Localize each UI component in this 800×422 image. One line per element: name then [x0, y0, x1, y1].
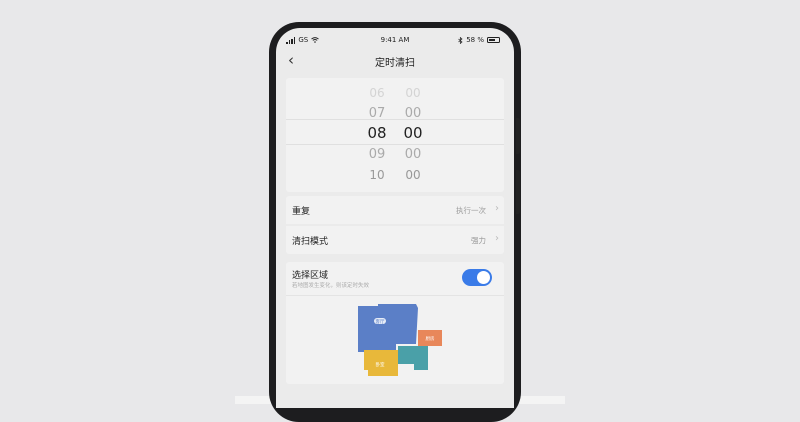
toggle-knob [477, 271, 490, 284]
minute-option[interactable]: 00 [398, 106, 428, 121]
clean-mode-row[interactable]: 清扫模式 强力 › [286, 226, 504, 254]
volume-button [516, 118, 520, 154]
minute-option[interactable]: 00 [398, 147, 428, 162]
page-title: 定时清扫 [375, 58, 415, 69]
chevron-right-icon: › [495, 233, 499, 244]
picker-selection-band [286, 119, 504, 145]
map-room-label: 客厅 [376, 318, 385, 325]
repeat-row[interactable]: 重复 执行一次 › [286, 196, 504, 224]
area-selection-card: 选择区域 若地图发生变化，则该定时失效 客厅 厨房 卧室 [286, 262, 504, 384]
phone-screen: GS 9:41 AM 58 % ‹ 定时清扫 06 07 08 09 10 00… [276, 28, 514, 408]
area-hint: 若地图发生变化，则该定时失效 [292, 283, 370, 289]
map-room-bedroom[interactable] [398, 346, 428, 370]
hour-option[interactable]: 06 [362, 86, 392, 100]
time-picker[interactable]: 06 07 08 09 10 00 00 00 00 00 [286, 78, 504, 192]
minute-option-selected[interactable]: 00 [398, 124, 428, 142]
battery-icon [487, 37, 500, 43]
repeat-label: 重复 [292, 207, 311, 217]
hour-option[interactable]: 09 [362, 147, 392, 162]
minute-option[interactable]: 00 [398, 86, 428, 100]
hour-option-selected[interactable]: 08 [362, 124, 392, 142]
power-button [516, 170, 520, 214]
map-room-living[interactable] [358, 304, 418, 352]
area-toggle[interactable] [462, 269, 492, 286]
repeat-value: 执行一次 [456, 206, 486, 215]
area-label: 选择区域 [292, 271, 329, 281]
hour-option[interactable]: 10 [362, 168, 392, 182]
battery-percent: 58 % [466, 36, 484, 44]
clean-mode-label: 清扫模式 [292, 237, 329, 247]
status-bar: GS 9:41 AM 58 % [276, 28, 514, 48]
bluetooth-icon [458, 36, 463, 44]
hour-option[interactable]: 07 [362, 106, 392, 121]
map-room-label: 卧室 [376, 361, 385, 368]
chevron-right-icon: › [495, 203, 499, 214]
nav-bar: ‹ 定时清扫 [276, 48, 514, 74]
clean-mode-value: 强力 [471, 236, 486, 245]
minute-option[interactable]: 00 [398, 168, 428, 182]
map-room-label: 厨房 [426, 335, 435, 342]
floor-map[interactable]: 客厅 厨房 卧室 [348, 294, 458, 384]
